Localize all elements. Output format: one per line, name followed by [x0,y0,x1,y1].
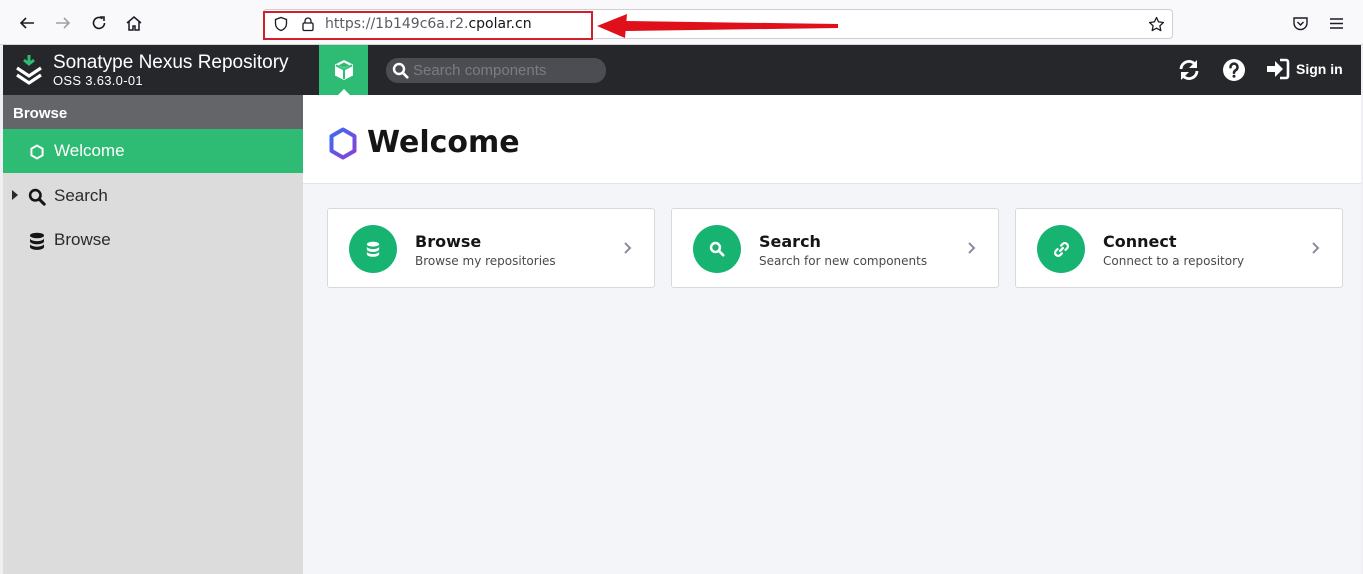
sidebar-item-label: Search [54,186,108,205]
reload-button[interactable] [84,8,114,38]
sidebar-item-search[interactable]: Search [3,174,303,218]
card-search[interactable]: Search Search for new components [671,208,999,288]
refresh-icon[interactable] [1177,58,1201,82]
card-connect[interactable]: Connect Connect to a repository [1015,208,1343,288]
search-input[interactable] [413,61,598,80]
arrow-left-icon [19,17,34,29]
sidebar-item-browse[interactable]: Browse [3,218,303,262]
hexagon-icon [28,143,46,161]
sidebar-item-label: Welcome [54,141,125,160]
pocket-icon[interactable] [1292,15,1309,32]
card-title: Connect [1103,232,1177,251]
card-icon-circle [349,225,397,273]
card-subtitle: Search for new components [759,254,928,268]
card-title: Browse [415,232,482,251]
card-browse[interactable]: Browse Browse my repositories [327,208,655,288]
card-title: Search [759,232,821,251]
database-icon [366,241,380,257]
page-title: Welcome [367,125,520,160]
sidebar-header: Browse [3,95,303,129]
arrow-right-icon [56,17,71,29]
annotation-arrow [597,14,838,38]
reload-icon [92,16,106,30]
main-content: Welcome Browse Browse my repositories Se… [303,95,1361,574]
app-version: OSS 3.63.0-01 [53,73,143,88]
sign-in-icon [1267,58,1290,80]
component-search [386,58,606,83]
help-icon[interactable] [1222,58,1246,82]
database-icon [28,232,46,250]
app-header: Sonatype Nexus Repository OSS 3.63.0-01 … [3,45,1361,95]
card-subtitle: Connect to a repository [1103,254,1245,268]
search-icon [709,241,725,257]
card-icon-circle [1037,225,1085,273]
chevron-right-icon [624,242,632,254]
sign-in-button[interactable]: Sign in [1266,58,1343,80]
menu-icon[interactable] [1328,15,1345,32]
home-icon [126,16,142,31]
welcome-header: Welcome [303,95,1361,184]
link-icon [1053,241,1069,257]
url-highlight-box [263,11,593,40]
chevron-right-icon [1312,242,1320,254]
back-button[interactable] [12,8,42,38]
expand-caret-icon[interactable] [12,190,18,200]
search-icon [392,62,409,83]
app-title: Sonatype Nexus Repository [53,52,289,73]
sidebar: Browse Welcome Search Browse [3,95,303,574]
sidebar-item-label: Browse [54,230,111,249]
nexus-logo-icon [15,54,43,90]
browse-mode-button[interactable] [319,45,368,95]
chevron-right-icon [968,242,976,254]
forward-button[interactable] [48,8,78,38]
sidebar-item-welcome[interactable]: Welcome [3,129,303,173]
hexagon-logo-icon [328,127,358,164]
search-icon [28,188,46,206]
cube-icon [334,60,353,80]
card-subtitle: Browse my repositories [415,254,556,268]
card-icon-circle [693,225,741,273]
home-button[interactable] [119,8,149,38]
bookmark-star-icon[interactable] [1148,16,1165,33]
sign-in-label: Sign in [1296,61,1343,77]
